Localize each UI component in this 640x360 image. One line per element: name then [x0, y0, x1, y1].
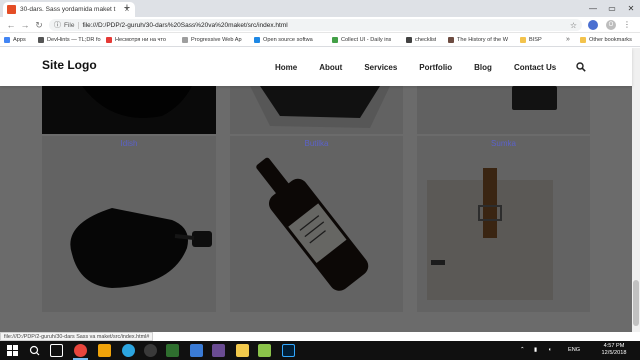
nav-about[interactable]: About — [319, 63, 342, 72]
folder-icon — [580, 37, 586, 43]
bookmarks-bar: Apps DevHints — TL;DR fo Несмотря ни на … — [0, 33, 640, 47]
back-icon[interactable]: ← — [5, 19, 17, 31]
reload-icon[interactable]: ↻ — [33, 19, 45, 31]
page-icon — [448, 36, 454, 43]
task-view-icon[interactable] — [50, 344, 63, 357]
page-icon — [106, 36, 112, 43]
maximize-icon[interactable]: ▭ — [602, 0, 622, 17]
windows-start-icon[interactable] — [6, 344, 19, 357]
site-logo[interactable]: Site Logo — [42, 58, 97, 72]
app-icon[interactable] — [166, 344, 179, 357]
bookmark-apps[interactable]: Apps — [4, 33, 34, 47]
forward-icon[interactable]: → — [19, 19, 31, 31]
folder-icon — [520, 36, 526, 43]
info-icon[interactable]: ⓘ — [54, 20, 61, 30]
address-bar[interactable]: ⓘ File file:///D:/PDP/2-guruh/30-dars%20… — [49, 19, 582, 31]
tab-title: 30-dars. Sass yordamida maket t — [20, 6, 116, 13]
browser-toolbar: ← → ↻ ⓘ File file:///D:/PDP/2-guruh/30-d… — [0, 17, 640, 33]
bookmark-item[interactable]: Несмотря ни на что — [106, 33, 178, 47]
site-header: Site Logo Home About Services Portfolio … — [0, 48, 632, 86]
search-icon[interactable] — [576, 62, 586, 72]
tab-strip: 30-dars. Sass yordamida maket t × + — ▭ … — [0, 0, 640, 17]
page-icon — [38, 36, 44, 43]
page-icon — [332, 36, 338, 43]
close-window-icon[interactable]: ✕ — [621, 0, 640, 17]
tray-chevron-icon[interactable]: ⌃ — [520, 341, 525, 360]
main-nav: Home About Services Portfolio Blog Conta… — [275, 63, 578, 72]
app-icon[interactable] — [258, 344, 271, 357]
status-url: file:///D:/PDP/2-guruh/30-dars Sass va m… — [0, 332, 154, 341]
search-icon[interactable] — [28, 344, 41, 357]
nav-home[interactable]: Home — [275, 63, 297, 72]
bookmark-folder[interactable]: BISP — [520, 33, 544, 47]
nav-blog[interactable]: Blog — [474, 63, 492, 72]
url-text[interactable]: file:///D:/PDP/2-guruh/30-dars%20Sass%20… — [82, 22, 569, 29]
sublime-icon[interactable] — [98, 344, 111, 357]
nav-portfolio[interactable]: Portfolio — [419, 63, 452, 72]
bookmark-item[interactable]: checklist — [406, 33, 444, 47]
volume-icon[interactable]: ◖ — [548, 341, 551, 360]
page-viewport: Site Logo Home About Services Portfolio … — [0, 48, 640, 332]
telegram-icon[interactable] — [122, 344, 135, 357]
browser-tab[interactable]: 30-dars. Sass yordamida maket t × — [3, 2, 135, 17]
new-tab-button[interactable]: + — [121, 2, 133, 15]
url-scheme-label: File — [64, 21, 80, 29]
page-icon — [406, 36, 412, 43]
other-bookmarks[interactable]: Other bookmarks — [580, 33, 632, 47]
bookmark-item[interactable]: Progressive Web Ap — [182, 33, 250, 47]
nav-contact[interactable]: Contact Us — [514, 63, 556, 72]
page-scrollbar[interactable] — [632, 48, 640, 332]
bookmark-item[interactable]: Open source softwa — [254, 33, 328, 47]
bookmark-item[interactable]: Collect UI - Daily ins — [332, 33, 402, 47]
page-icon — [182, 36, 188, 43]
minimize-icon[interactable]: — — [583, 0, 603, 17]
app-icon[interactable] — [212, 344, 225, 357]
nav-services[interactable]: Services — [364, 63, 397, 72]
bookmarks-overflow-icon[interactable]: » — [566, 33, 570, 47]
html-file-icon — [7, 5, 16, 14]
file-explorer-icon[interactable] — [236, 344, 249, 357]
avatar[interactable]: O — [606, 20, 616, 30]
card-caption: Idish — [120, 139, 138, 148]
page-icon — [254, 36, 260, 43]
app-icon[interactable] — [144, 344, 157, 357]
photoshop-icon[interactable] — [282, 344, 295, 357]
bookmark-item[interactable]: DevHints — TL;DR fo — [38, 33, 102, 47]
taskbar: ⌃ ▮ ◖ ENG 4:57 PM 12/5/2018 — [0, 341, 640, 360]
system-clock[interactable]: 4:57 PM 12/5/2018 — [596, 343, 632, 357]
chrome-icon[interactable] — [74, 344, 87, 357]
apps-icon — [4, 36, 10, 43]
scrollbar-thumb[interactable] — [633, 280, 639, 326]
card-caption: Butilka — [304, 139, 329, 148]
network-icon[interactable]: ▮ — [534, 341, 537, 360]
card-caption: Sumka — [491, 139, 516, 148]
bookmark-item[interactable]: The History of the W — [448, 33, 516, 47]
extension-icon[interactable] — [588, 20, 598, 30]
modal-overlay[interactable] — [0, 86, 632, 332]
language-indicator[interactable]: ENG — [568, 341, 580, 360]
menu-kebab-icon[interactable]: ⋮ — [622, 20, 632, 30]
bookmark-star-icon[interactable]: ☆ — [570, 21, 577, 30]
app-icon[interactable] — [190, 344, 203, 357]
